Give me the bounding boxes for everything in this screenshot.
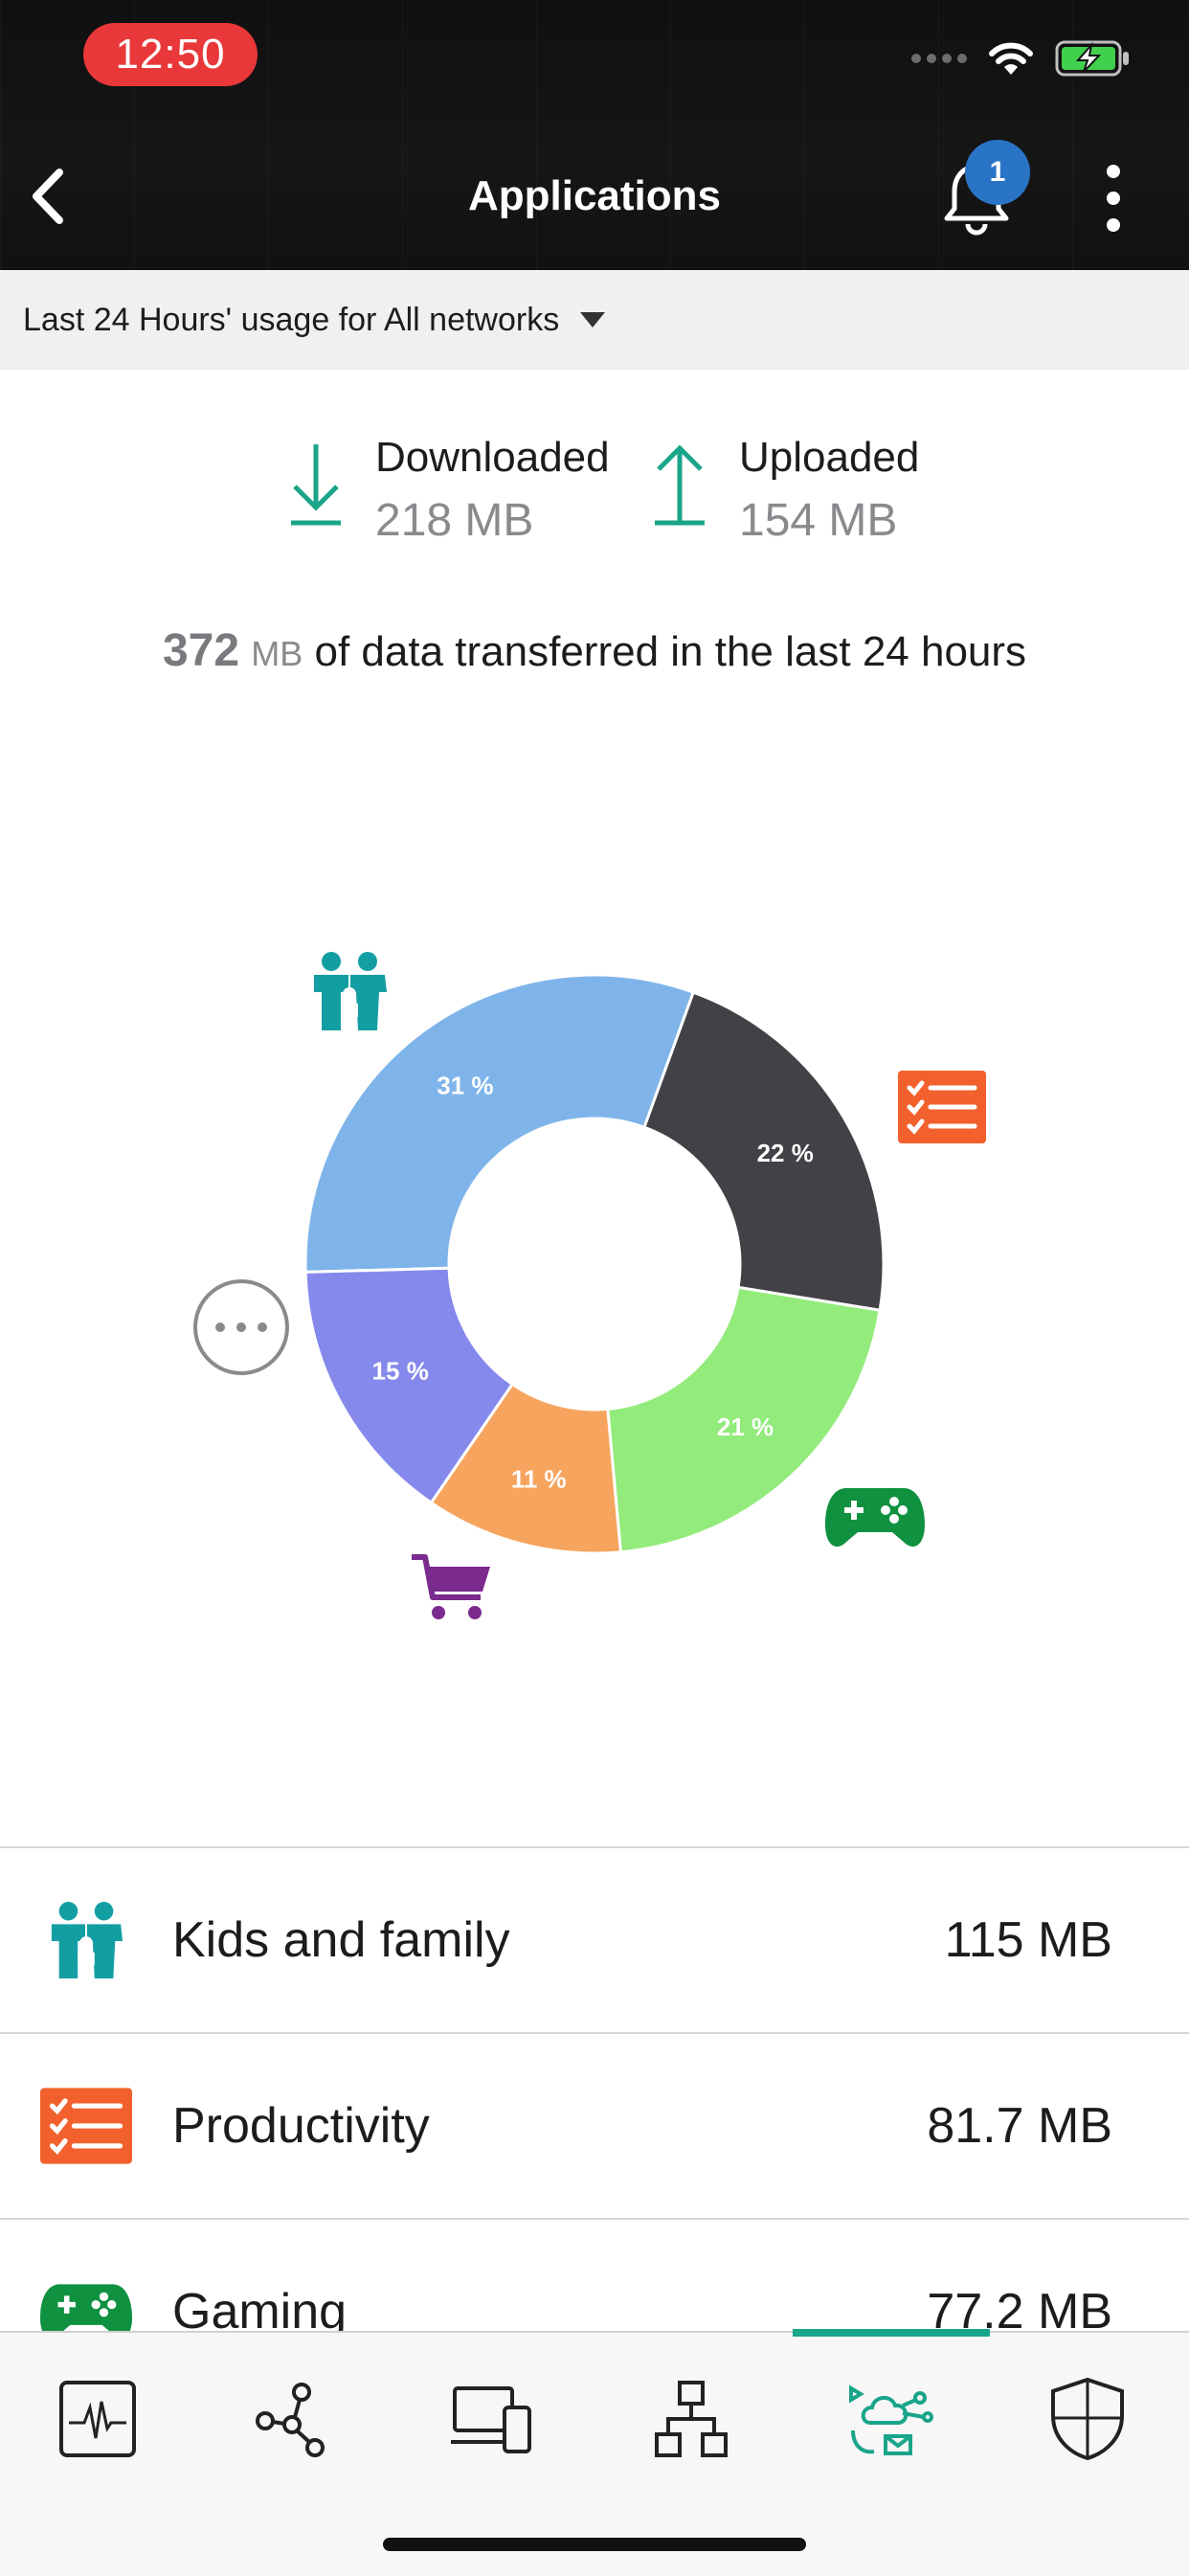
gaming-icon[interactable] [825, 1484, 925, 1551]
category-usage: 115 MB [944, 1912, 1112, 1968]
download-arrow-icon [291, 444, 341, 526]
active-tab-indicator [793, 2329, 990, 2337]
list-item-kids-and-family[interactable]: Kids and family 115 MB [0, 1846, 1189, 2032]
tab-network[interactable] [244, 2371, 340, 2467]
uploaded-stat: Uploaded 154 MB [651, 431, 919, 552]
kids-and-family-icon[interactable] [308, 950, 391, 1032]
battery-charging-icon [1055, 40, 1129, 77]
productivity-icon [40, 2088, 132, 2164]
home-indicator [383, 2538, 806, 2551]
tab-activity[interactable] [50, 2371, 146, 2467]
tab-devices[interactable] [444, 2371, 540, 2467]
donut-label-4: 15 % [372, 1357, 429, 1386]
productivity-icon[interactable] [898, 1071, 986, 1143]
status-time: 12:50 [83, 23, 258, 86]
usage-filter-dropdown[interactable]: Last 24 Hours' usage for All networks [0, 270, 1189, 370]
donut-label-1: 22 % [757, 1139, 814, 1167]
network-topology-icon [256, 2383, 325, 2457]
uploaded-value: 154 MB [739, 495, 898, 546]
security-shield-icon [1051, 2377, 1124, 2461]
uploaded-label: Uploaded [739, 434, 920, 481]
usage-filter-label: Last 24 Hours' usage for All networks [23, 301, 560, 338]
category-list: Kids and family 115 MB Productivity 81.7… [0, 1846, 1189, 2404]
total-unit: MB [251, 634, 303, 673]
total-number: 372 [162, 625, 240, 676]
hierarchy-icon [655, 2381, 728, 2457]
category-name: Kids and family [172, 1912, 510, 1968]
applications-icon [849, 2384, 933, 2455]
downloaded-label: Downloaded [375, 434, 610, 481]
devices-icon [451, 2386, 531, 2453]
usage-donut-chart: 31 % 22 % 21 % 11 % 15 % [0, 862, 1189, 1724]
category-usage: 81.7 MB [927, 2098, 1112, 2154]
downloaded-value: 218 MB [375, 495, 534, 546]
donut-label-2: 21 % [717, 1412, 774, 1441]
cellular-signal-icon [911, 54, 967, 63]
upload-arrow-icon [655, 444, 705, 526]
status-icons [911, 34, 1132, 82]
kids-and-family-icon [51, 1901, 123, 1979]
total-transferred: 372 MB of data transferred in the last 2… [0, 624, 1189, 677]
wifi-icon [989, 42, 1033, 75]
tab-hierarchy[interactable] [643, 2371, 739, 2467]
app-header: 12:50 Applications 1 [0, 0, 1189, 270]
tab-applications[interactable] [842, 2371, 938, 2467]
more-options-icon[interactable] [1099, 165, 1128, 232]
caret-down-icon [580, 312, 606, 328]
activity-icon [59, 2381, 136, 2457]
donut-label-0: 31 % [437, 1072, 493, 1100]
donut-label-3: 11 % [511, 1465, 567, 1494]
more-icon[interactable] [191, 1277, 291, 1377]
donut-svg: 31 % 22 % 21 % 11 % 15 % [303, 973, 886, 1555]
downloaded-stat: Downloaded 218 MB [287, 431, 610, 552]
list-item-productivity[interactable]: Productivity 81.7 MB [0, 2032, 1189, 2218]
total-text: of data transferred in the last 24 hours [314, 628, 1027, 675]
category-name: Productivity [172, 2098, 430, 2154]
tab-security[interactable] [1040, 2371, 1135, 2467]
shopping-cart-icon[interactable] [410, 1553, 492, 1622]
notification-badge[interactable]: 1 [965, 140, 1030, 205]
